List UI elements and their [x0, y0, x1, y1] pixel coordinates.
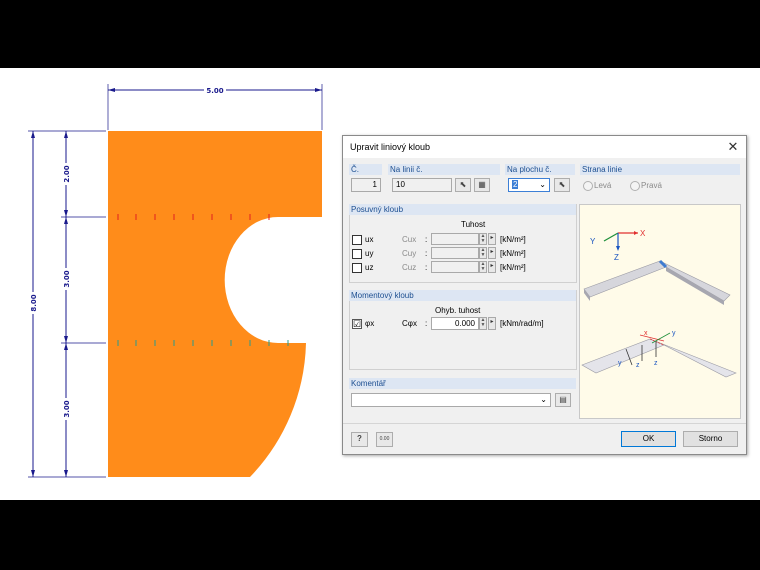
comment-title: Komentář: [351, 379, 386, 388]
cuz-unit: [kN/m²]: [500, 263, 526, 272]
cuz-input: [431, 261, 479, 273]
pick-line-button[interactable]: ⬉: [455, 178, 471, 192]
calculator-icon: 0.00: [379, 436, 390, 442]
number-label: Č.: [351, 165, 359, 174]
cphix-spinner[interactable]: ▲ ▼: [479, 317, 487, 330]
axis-y-label: Y: [590, 237, 596, 246]
pick-surface-button[interactable]: ⬉: [554, 178, 570, 192]
surface-no-select[interactable]: 2 ⌄: [508, 178, 550, 192]
cphix-unit: [kNm/rad/m]: [500, 319, 544, 328]
cux-spinner: ▲ ▼: [479, 233, 487, 245]
main-canvas[interactable]: 5.00 8.00 2.00 3.00 3.00 Upravit liniový…: [0, 68, 760, 500]
cux-label: Cux: [402, 235, 417, 244]
phix-label: φx: [365, 319, 375, 328]
separator: :: [425, 319, 428, 328]
cux-unit: [kN/m²]: [500, 235, 526, 244]
line-no-field[interactable]: 10: [392, 178, 452, 192]
separator: :: [425, 235, 428, 244]
table-icon: ▤: [559, 395, 567, 404]
cursor-icon: ⬉: [459, 180, 467, 189]
surface-no-label: Na plochu č.: [507, 165, 552, 174]
dimension-top-label: 5.00: [206, 87, 223, 95]
uy-checkbox[interactable]: [352, 249, 362, 259]
separator: :: [425, 249, 428, 258]
cuz-spinner: ▲ ▼: [479, 261, 487, 273]
cux-input: [431, 233, 479, 245]
chevron-down-icon: ⌄: [539, 180, 546, 189]
help-icon: ?: [357, 434, 362, 443]
line-no-label: Na linii č.: [390, 165, 423, 174]
ux-label: ux: [365, 235, 374, 244]
local-y-label: y: [672, 330, 676, 337]
close-icon[interactable]: ✕: [726, 139, 740, 155]
surface-no-value: 2: [512, 180, 519, 189]
side-right-radio[interactable]: [630, 181, 640, 191]
local-z2-label: z: [654, 360, 658, 367]
select-line-button[interactable]: ▦: [474, 178, 490, 192]
cuy-label: Cuy: [402, 249, 417, 258]
ok-button[interactable]: OK: [621, 431, 676, 447]
rotational-hinge-title: Momentový kloub: [351, 291, 414, 300]
cursor-icon: ⬉: [558, 180, 566, 189]
bending-stiffness-header: Ohyb. tuhost: [435, 306, 481, 315]
phix-checkbox[interactable]: ☑: [352, 319, 362, 329]
cphix-input[interactable]: 0.000: [431, 317, 479, 330]
dimension-seg2-label: 3.00: [63, 270, 71, 287]
stiffness-header: Tuhost: [461, 220, 486, 229]
structure-drawing: 5.00 8.00 2.00 3.00 3.00: [28, 84, 323, 478]
cphix-menu-button[interactable]: ▸: [488, 317, 496, 330]
dialog-title: Upravit liniový kloub: [350, 142, 431, 152]
hinge-preview-image: X Y Z y y z z x: [579, 204, 741, 419]
axis-z-label: Z: [614, 253, 619, 262]
separator: :: [425, 263, 428, 272]
edit-line-hinge-dialog: Upravit liniový kloub ✕ Č. 1 Na linii č.…: [342, 135, 747, 455]
ux-checkbox[interactable]: [352, 235, 362, 245]
translational-hinge-title: Posuvný kloub: [351, 205, 404, 214]
grid-icon: ▦: [478, 180, 486, 189]
uz-checkbox[interactable]: [352, 263, 362, 273]
preview-illustration: X Y Z y y z z x: [581, 229, 737, 378]
dimension-seg3-label: 3.00: [63, 400, 71, 417]
cancel-button[interactable]: Storno: [683, 431, 738, 447]
dialog-footer: ? 0.00 OK Storno: [343, 423, 746, 454]
uy-label: uy: [365, 249, 374, 258]
cuz-menu-button: ▸: [488, 261, 496, 273]
surface-shape[interactable]: [108, 131, 322, 477]
help-button[interactable]: ?: [351, 432, 368, 447]
chevron-down-icon: ⌄: [540, 395, 547, 404]
dimension-left-total-label: 8.00: [30, 294, 38, 311]
cux-menu-button: ▸: [488, 233, 496, 245]
dimension-top: 5.00: [107, 84, 323, 130]
dimension-seg1-label: 2.00: [63, 165, 71, 182]
side-left-radio[interactable]: [583, 181, 593, 191]
comment-library-button[interactable]: ▤: [555, 393, 571, 407]
calculator-button[interactable]: 0.00: [376, 432, 393, 447]
number-field: 1: [351, 178, 381, 192]
side-left-label: Levá: [594, 181, 612, 190]
local-x-label: x: [644, 330, 648, 337]
dialog-titlebar[interactable]: Upravit liniový kloub ✕: [343, 136, 746, 158]
local-z-label: z: [636, 362, 640, 369]
cuy-spinner: ▲ ▼: [479, 247, 487, 259]
cuy-menu-button: ▸: [488, 247, 496, 259]
local-y2-label: y: [618, 360, 622, 367]
axis-x-label: X: [640, 229, 646, 238]
uz-label: uz: [365, 263, 374, 272]
cuy-unit: [kN/m²]: [500, 249, 526, 258]
dimension-left-segments: 2.00 3.00 3.00: [61, 131, 106, 477]
cuz-label: Cuz: [402, 263, 417, 272]
check-icon: ☑: [353, 319, 362, 329]
line-side-label: Strana linie: [582, 165, 623, 174]
cuy-input: [431, 247, 479, 259]
cphix-label: Cφx: [402, 319, 417, 328]
side-right-label: Pravá: [641, 181, 662, 190]
comment-input[interactable]: ⌄: [351, 393, 551, 407]
